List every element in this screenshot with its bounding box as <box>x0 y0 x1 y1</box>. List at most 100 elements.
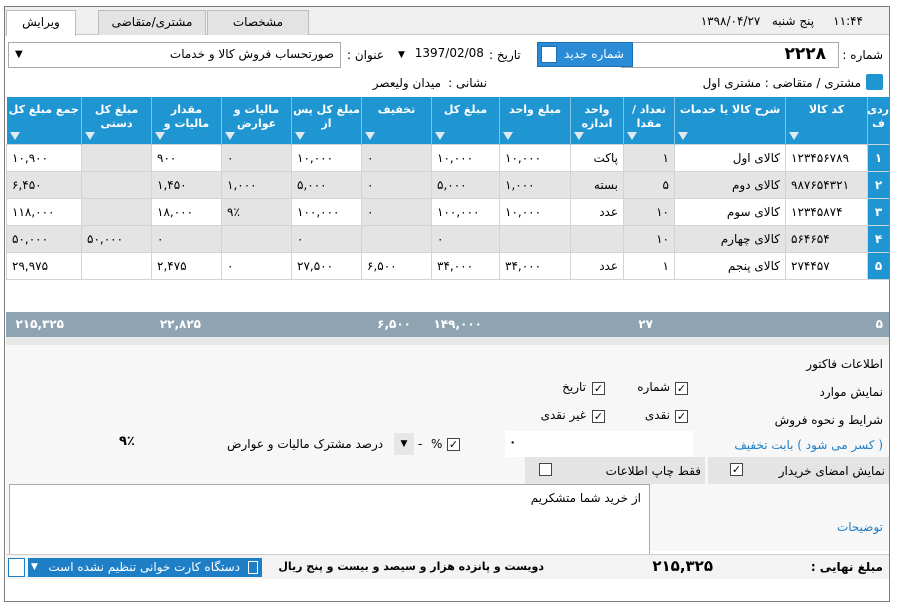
customer-icon[interactable] <box>866 74 883 90</box>
filter-icon[interactable] <box>789 131 799 140</box>
table-cell[interactable]: کالای پنجم <box>674 251 786 280</box>
table-cell[interactable]: ۰ <box>361 170 432 199</box>
table-cell[interactable]: ۰ <box>151 224 222 253</box>
table-cell[interactable]: ۰ <box>221 251 292 280</box>
tab-details[interactable]: مشخصات <box>207 10 309 35</box>
table-cell[interactable]: ۵ <box>867 251 889 280</box>
table-cell[interactable] <box>81 143 152 172</box>
signature-checkbox[interactable]: ✓ <box>730 463 743 476</box>
table-cell[interactable]: ۹۸۷۶۵۴۳۲۱ <box>785 170 868 199</box>
table-cell[interactable] <box>570 224 624 253</box>
table-cell[interactable]: ۱۰۰,۰۰۰ <box>291 197 362 226</box>
print-only-checkbox[interactable] <box>539 463 552 476</box>
table-cell[interactable]: ۱ <box>623 143 675 172</box>
tax-input[interactable]: ۰ <box>505 431 693 457</box>
table-cell[interactable] <box>361 224 432 253</box>
column-header[interactable]: شرح کالا یا خدمات <box>674 97 786 144</box>
filter-icon[interactable] <box>9 131 20 140</box>
number-field[interactable]: ۲۲۲۸ <box>621 42 839 68</box>
column-header[interactable]: جمع مبلغ کل <box>6 97 82 144</box>
table-cell[interactable]: ۵۰,۰۰۰ <box>6 224 82 253</box>
table-cell[interactable] <box>81 170 152 199</box>
table-cell[interactable]: ۲۷۴۴۵۷ <box>785 251 868 280</box>
column-header[interactable]: مالیات و عوارض <box>221 97 292 144</box>
filter-icon[interactable] <box>85 131 95 140</box>
table-cell[interactable]: ۲ <box>867 170 889 199</box>
table-row[interactable]: ۲ ۹۸۷۶۵۴۳۲۱ کالای دوم ۵ بسته ۱,۰۰۰ ۵,۰۰۰ ۰ ۵,۰۰۰… <box>6 170 889 199</box>
table-cell[interactable]: ۹۰۰ <box>151 143 222 172</box>
column-header[interactable]: مبلغ کل پس از <box>291 97 362 144</box>
date-picker[interactable]: ▼ 1397/02/08 <box>398 42 486 66</box>
filter-icon[interactable] <box>678 131 688 140</box>
filter-icon[interactable] <box>627 131 637 140</box>
table-cell[interactable]: ۵۶۴۶۵۴ <box>785 224 868 253</box>
table-row[interactable]: ۴ ۵۶۴۶۵۴ کالای چهارم ۱۰ ۰ ۰ ۰ ۵۰,۰۰۰ ۵۰,۰۰۰ <box>6 224 889 253</box>
table-cell[interactable] <box>221 224 292 253</box>
filter-icon[interactable] <box>225 131 235 140</box>
filter-icon[interactable] <box>503 131 513 140</box>
column-header[interactable]: مقدار مالیات و <box>151 97 222 144</box>
calculator-icon[interactable] <box>8 558 25 577</box>
filter-icon[interactable] <box>435 131 445 140</box>
table-cell[interactable]: ۶,۴۵۰ <box>6 170 82 199</box>
table-cell[interactable]: ۱ <box>623 251 675 280</box>
filter-icon[interactable] <box>295 131 305 140</box>
tab-customer[interactable]: مشتری/متقاضی <box>98 10 206 35</box>
table-cell[interactable]: عدد <box>570 251 624 280</box>
table-cell[interactable]: ۱۰۰,۰۰۰ <box>431 197 500 226</box>
table-cell[interactable]: ۳۴,۰۰۰ <box>499 251 571 280</box>
filter-icon[interactable] <box>574 131 584 140</box>
table-cell[interactable]: ۱۲۳۴۵۶۷۸۹ <box>785 143 868 172</box>
table-row[interactable]: ۱ ۱۲۳۴۵۶۷۸۹ کالای اول ۱ پاکت ۱۰,۰۰۰ ۱۰,۰۰۰ ۰ ۱۰,… <box>6 143 889 172</box>
table-cell[interactable]: ۱۲۳۴۵۸۷۴ <box>785 197 868 226</box>
table-cell[interactable]: ۱۰,۰۰۰ <box>499 143 571 172</box>
card-reader-status[interactable]: ▼ دستگاه کارت خوانی تنظیم نشده است <box>28 558 262 577</box>
table-cell[interactable]: کالای چهارم <box>674 224 786 253</box>
table-cell[interactable]: ۱,۴۵۰ <box>151 170 222 199</box>
table-cell[interactable]: ۳ <box>867 197 889 226</box>
table-cell[interactable]: ۰ <box>291 224 362 253</box>
table-cell[interactable]: ۵,۰۰۰ <box>431 170 500 199</box>
table-cell[interactable]: ۰ <box>431 224 500 253</box>
table-cell[interactable]: ۱۱۸,۰۰۰ <box>6 197 82 226</box>
table-row[interactable]: ۳ ۱۲۳۴۵۸۷۴ کالای سوم ۱۰ عدد ۱۰,۰۰۰ ۱۰۰,۰۰۰ ۰ ۱۰۰… <box>6 197 889 226</box>
table-cell[interactable]: ۳۴,۰۰۰ <box>431 251 500 280</box>
table-cell[interactable]: کالای دوم <box>674 170 786 199</box>
notes-textarea[interactable]: از خرید شما متشکریم <box>9 484 650 559</box>
table-cell[interactable]: ۱ <box>867 143 889 172</box>
table-cell[interactable]: ۱۸,۰۰۰ <box>151 197 222 226</box>
table-cell[interactable] <box>499 224 571 253</box>
table-cell[interactable]: ۱,۰۰۰ <box>221 170 292 199</box>
table-cell[interactable]: ۱,۰۰۰ <box>499 170 571 199</box>
table-cell[interactable]: ۹٪ <box>221 197 292 226</box>
column-header[interactable]: مبلغ کل دستی <box>81 97 152 144</box>
table-cell[interactable]: ۱۰,۰۰۰ <box>291 143 362 172</box>
percent-checkbox[interactable]: ✓ <box>447 438 460 451</box>
tab-edit[interactable]: ویرایش <box>6 10 76 36</box>
table-cell[interactable]: ۱۰,۰۰۰ <box>499 197 571 226</box>
table-cell[interactable]: ۱۰ <box>623 197 675 226</box>
filter-icon[interactable] <box>155 131 165 140</box>
table-cell[interactable]: ۶,۵۰۰ <box>361 251 432 280</box>
column-header[interactable]: تعداد /مقدا <box>623 97 675 144</box>
column-header[interactable]: مبلغ کل <box>431 97 500 144</box>
cash-checkbox[interactable]: ✓ <box>675 410 688 423</box>
table-cell[interactable] <box>81 251 152 280</box>
table-cell[interactable]: ۲۷,۵۰۰ <box>291 251 362 280</box>
table-cell[interactable]: ۵,۰۰۰ <box>291 170 362 199</box>
table-cell[interactable]: ۵۰,۰۰۰ <box>81 224 152 253</box>
table-cell[interactable]: ۰ <box>221 143 292 172</box>
number-checkbox[interactable]: ✓ <box>675 382 688 395</box>
table-cell[interactable]: عدد <box>570 197 624 226</box>
table-cell[interactable]: پاکت <box>570 143 624 172</box>
table-cell[interactable]: ۴ <box>867 224 889 253</box>
table-cell[interactable]: کالای سوم <box>674 197 786 226</box>
title-select[interactable]: صورتحساب فروش کالا و خدمات ▼ <box>8 42 341 68</box>
table-cell[interactable] <box>81 197 152 226</box>
date-checkbox[interactable]: ✓ <box>592 382 605 395</box>
table-row[interactable]: ۵ ۲۷۴۴۵۷ کالای پنجم ۱ عدد ۳۴,۰۰۰ ۳۴,۰۰۰ ۶,۵۰۰ ۲۷… <box>6 251 889 280</box>
table-cell[interactable]: ۵ <box>623 170 675 199</box>
filter-icon[interactable] <box>365 131 375 140</box>
chevron-down-icon[interactable]: ▼ <box>394 433 414 455</box>
table-cell[interactable]: ۲۹,۹۷۵ <box>6 251 82 280</box>
